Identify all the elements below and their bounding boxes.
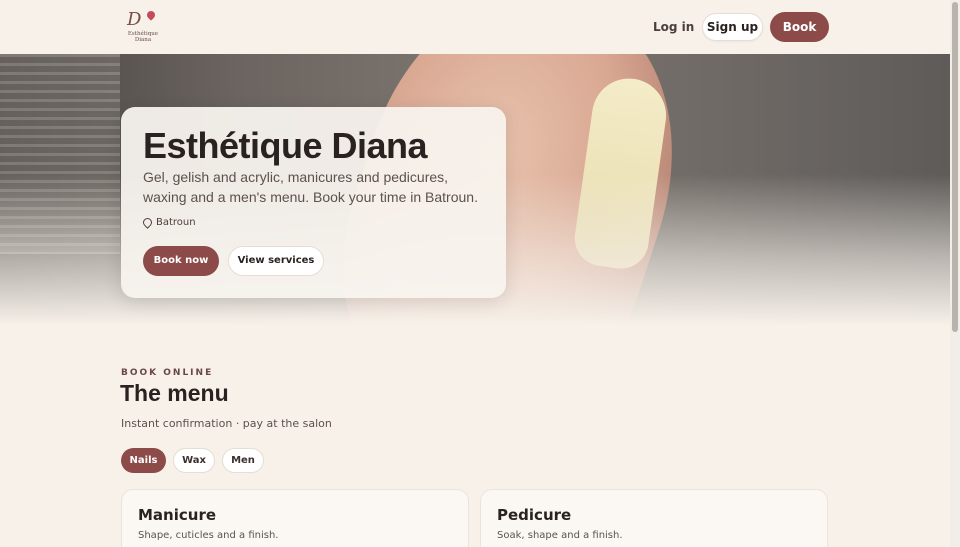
service-name: Manicure (138, 506, 217, 524)
heart-icon (145, 9, 157, 21)
page-scrollbar[interactable] (950, 0, 960, 547)
site-header: D Esthétique Diana Log in Sign up Book (0, 0, 950, 54)
service-description: Shape, cuticles and a finish. (138, 530, 279, 541)
service-card-pedicure[interactable]: Pedicure Soak, shape and a finish. (480, 489, 828, 547)
location-row: Batroun (141, 216, 196, 229)
brand-logo[interactable]: D Esthétique Diana (121, 9, 165, 45)
service-name: Pedicure (497, 506, 572, 524)
tab-nails[interactable]: Nails (121, 448, 166, 473)
service-description: Soak, shape and a finish. (497, 530, 623, 541)
hero-subtitle: Gel, gelish and acrylic, manicures and p… (143, 169, 478, 205)
service-card-manicure[interactable]: Manicure Shape, cuticles and a finish. (121, 489, 469, 547)
menu-title: The menu (120, 380, 229, 406)
menu-note: Instant confirmation · pay at the salon (121, 417, 332, 430)
login-link[interactable]: Log in (642, 13, 705, 41)
location-label: Batroun (156, 217, 196, 228)
hero-card: Esthétique Diana Gel, gelish and acrylic… (121, 107, 506, 298)
map-pin-icon (141, 216, 154, 229)
section-eyebrow: BOOK ONLINE (121, 368, 214, 378)
scrollbar-thumb[interactable] (952, 2, 958, 332)
signup-button[interactable]: Sign up (702, 13, 763, 41)
book-now-button[interactable]: Book now (143, 246, 219, 276)
book-button[interactable]: Book (770, 12, 829, 42)
hero-title: Esthétique Diana (143, 125, 428, 166)
tab-men[interactable]: Men (222, 448, 264, 473)
logo-monogram: D (127, 9, 142, 30)
view-services-button[interactable]: View services (228, 246, 324, 276)
tab-wax[interactable]: Wax (173, 448, 215, 473)
logo-wordmark: Esthétique Diana (127, 31, 159, 43)
